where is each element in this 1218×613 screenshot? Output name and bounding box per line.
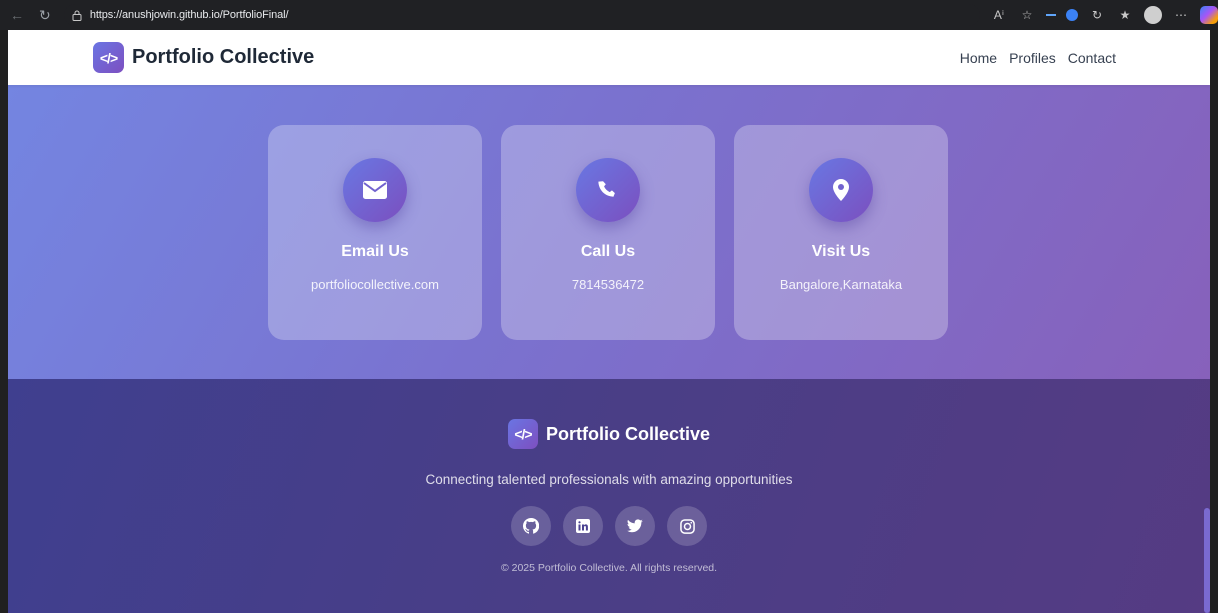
instagram-icon[interactable] (667, 506, 707, 546)
site-navbar: </> Portfolio Collective Home Profiles C… (8, 30, 1210, 85)
favorite-star-icon[interactable]: ☆ (1018, 6, 1036, 24)
card-title: Call Us (580, 243, 636, 260)
map-pin-icon (809, 158, 873, 222)
linkedin-icon[interactable] (563, 506, 603, 546)
reload-icon[interactable]: ↻ (34, 4, 56, 26)
read-aloud-icon[interactable]: Aⁱ (990, 6, 1008, 24)
footer-tagline: Connecting talented professionals with a… (425, 472, 793, 487)
page-scrollbar[interactable] (1204, 508, 1210, 613)
more-options-icon[interactable]: ⋯ (1172, 6, 1190, 24)
social-links (511, 506, 707, 546)
profile-avatar-icon[interactable] (1144, 6, 1162, 24)
card-value: 7814536472 (571, 277, 645, 292)
card-title: Visit Us (811, 243, 871, 260)
browser-toolbar: ← ↻ https://anushjowin.github.io/Portfol… (0, 0, 1218, 30)
contact-cards: Email Us portfoliocollective.com Call Us… (268, 125, 948, 340)
brand[interactable]: </> Portfolio Collective (93, 42, 314, 73)
twitter-icon[interactable] (615, 506, 655, 546)
favorites-list-icon[interactable]: ★ (1116, 6, 1134, 24)
contact-card-phone[interactable]: Call Us 7814536472 (501, 125, 715, 340)
card-title: Email Us (341, 243, 409, 260)
code-logo-icon: </> (93, 42, 124, 73)
footer-brand-name: Portfolio Collective (545, 423, 711, 444)
lock-icon (70, 8, 84, 22)
code-logo-icon: </> (507, 419, 538, 449)
contact-card-email[interactable]: Email Us portfoliocollective.com (268, 125, 482, 340)
card-value: portfoliocollective.com (311, 277, 439, 292)
copyright-text: © 2025 Portfolio Collective. All rights … (500, 562, 718, 574)
footer-brand[interactable]: </> Portfolio Collective (507, 419, 711, 449)
url-text: https://anushjowin.github.io/PortfolioFi… (89, 9, 289, 21)
site-footer: </> Portfolio Collective Connecting tale… (8, 379, 1210, 613)
github-icon[interactable] (511, 506, 551, 546)
extension-dash-icon[interactable] (1046, 14, 1056, 16)
address-bar[interactable]: https://anushjowin.github.io/PortfolioFi… (63, 4, 980, 26)
brand-name: Portfolio Collective (132, 46, 315, 68)
phone-icon (576, 158, 640, 222)
extension-icon[interactable] (1066, 9, 1078, 21)
copilot-icon[interactable] (1200, 6, 1218, 24)
nav-link-contact[interactable]: Contact (1068, 50, 1116, 66)
back-arrow-icon[interactable]: ← (6, 4, 28, 26)
page-viewport: </> Portfolio Collective Home Profiles C… (8, 30, 1210, 613)
nav-link-profiles[interactable]: Profiles (1009, 50, 1056, 66)
refresh-extension-icon[interactable]: ↻ (1088, 6, 1106, 24)
contact-card-location[interactable]: Visit Us Bangalore,Karnataka (734, 125, 948, 340)
envelope-icon (343, 158, 407, 222)
contact-section: Email Us portfoliocollective.com Call Us… (8, 85, 1210, 379)
nav-link-home[interactable]: Home (960, 50, 997, 66)
nav-links: Home Profiles Contact (960, 50, 1116, 66)
card-value: Bangalore,Karnataka (779, 277, 903, 292)
